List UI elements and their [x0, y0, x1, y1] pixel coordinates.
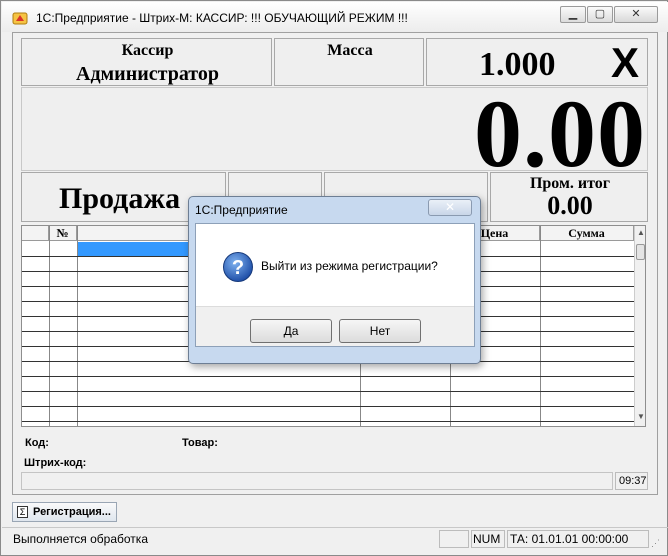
ta-indicator: ТА: 01.01.01 00:00:00: [507, 530, 649, 548]
statusbar-divider: [2, 527, 668, 528]
maximize-button[interactable]: ▢: [587, 6, 613, 23]
subtotal-value: 0.00: [547, 191, 593, 220]
scroll-down-icon[interactable]: ▼: [636, 412, 645, 422]
close-icon: ✕: [444, 200, 456, 214]
main-window: 1С:Предприятие - Штрих-М: КАССИР: !!! ОБ…: [0, 0, 668, 556]
table-row: [22, 391, 634, 392]
mode-label: Продажа: [59, 182, 181, 215]
cashier-label: Кассир: [121, 42, 174, 59]
dialog-close-button[interactable]: ✕: [428, 199, 472, 216]
dialog-body: ? Выйти из режима регистрации? Да Нет: [195, 223, 475, 347]
title-bar: 1С:Предприятие - Штрих-М: КАССИР: !!! ОБ…: [2, 2, 668, 32]
dialog-message: Выйти из режима регистрации?: [261, 259, 438, 273]
close-button[interactable]: ✕: [614, 6, 658, 23]
clock-time: 09:37: [619, 475, 647, 487]
scroll-up-icon[interactable]: ▲: [636, 228, 645, 238]
ta-label: ТА: 01.01.01 00:00:00: [510, 532, 629, 546]
app-1c-icon: [12, 12, 28, 25]
table-header-marker: [22, 226, 49, 241]
status-text: Выполняется обработка: [13, 532, 148, 546]
table-row: [22, 376, 634, 377]
status-empty-cell: [439, 530, 469, 548]
taskbar-item-label: Регистрация...: [33, 506, 111, 518]
question-icon: ?: [223, 252, 253, 282]
info-strip: [21, 472, 613, 490]
close-icon: ✕: [631, 8, 641, 20]
scroll-thumb[interactable]: [636, 244, 645, 260]
subtotal-box: Пром. итог 0.00: [490, 172, 648, 222]
dialog-title: 1С:Предприятие: [195, 203, 288, 217]
cashier-box: Кассир Администратор: [21, 38, 272, 86]
maximize-icon: ▢: [594, 8, 606, 20]
total-box: 0.00: [21, 80, 648, 187]
num-indicator: NUM: [471, 530, 505, 548]
code-label: Код:: [25, 437, 49, 449]
minimize-icon: ▁: [568, 8, 578, 20]
sigma-icon: Σ: [17, 506, 28, 518]
clock-box: 09:37: [615, 472, 648, 490]
num-label: NUM: [473, 532, 501, 546]
barcode-label: Штрих-код:: [24, 457, 87, 469]
resize-grip-icon[interactable]: ⋰: [651, 537, 663, 549]
dialog-footer: Да Нет: [196, 306, 474, 346]
confirm-dialog: 1С:Предприятие ✕ ? Выйти из режима регис…: [188, 196, 481, 364]
goods-label: Товар:: [182, 437, 218, 449]
cashier-name: Администратор: [76, 63, 219, 85]
table-header-sum[interactable]: Сумма: [540, 226, 634, 241]
table-row: [22, 421, 634, 422]
window-title: 1С:Предприятие - Штрих-М: КАССИР: !!! ОБ…: [36, 11, 408, 25]
mass-box: Масса: [274, 38, 424, 86]
table-row: [22, 406, 634, 407]
taskbar-registration[interactable]: Σ Регистрация...: [12, 502, 117, 522]
no-button[interactable]: Нет: [339, 319, 421, 343]
minimize-button[interactable]: ▁: [560, 6, 586, 23]
vertical-scrollbar[interactable]: ▲ ▼: [634, 226, 645, 426]
table-header-number[interactable]: №: [49, 226, 77, 241]
yes-button[interactable]: Да: [250, 319, 332, 343]
mass-label: Масса: [327, 42, 373, 59]
svg-text:?: ?: [232, 257, 244, 279]
